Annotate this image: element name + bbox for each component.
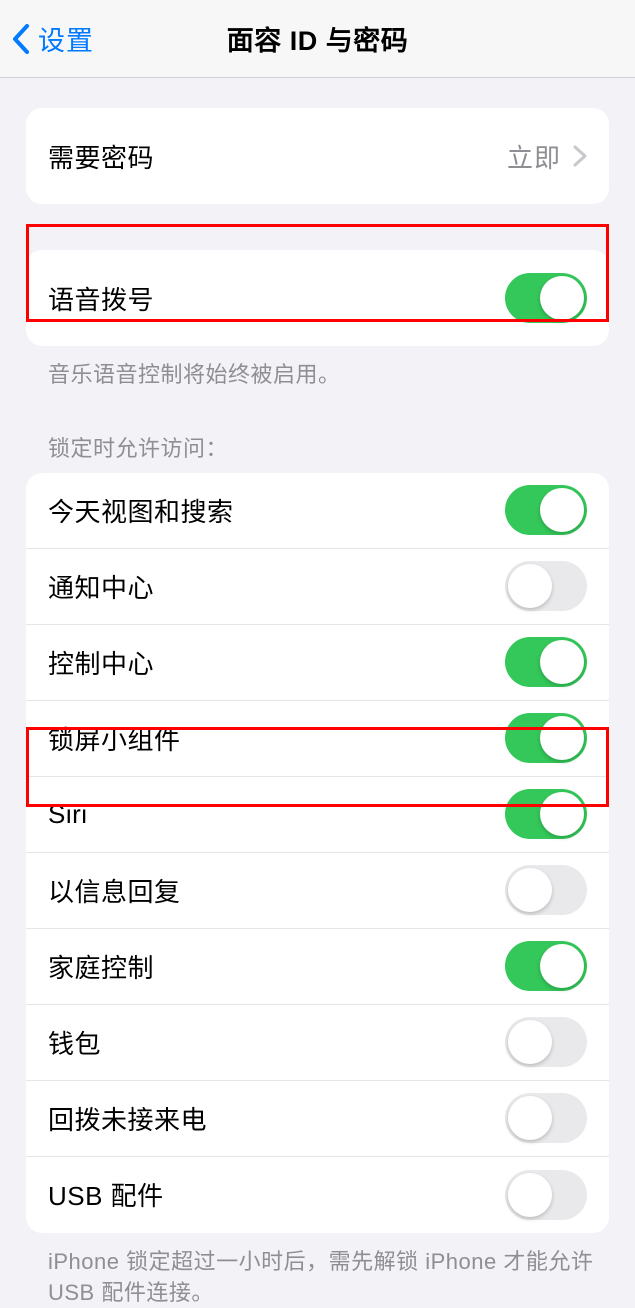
content: 需要密码 立即 语音拨号 音乐语音控制将始终被启用。 锁定时允许访问： 今天视图… bbox=[0, 108, 635, 1308]
lock-item-toggle[interactable] bbox=[505, 1170, 587, 1220]
lock-item-label: 通知中心 bbox=[48, 568, 154, 605]
lock-item-row: USB 配件 bbox=[26, 1157, 609, 1233]
lock-item-row: 回拨未接来电 bbox=[26, 1081, 609, 1157]
lock-item-toggle[interactable] bbox=[505, 865, 587, 915]
require-passcode-row[interactable]: 需要密码 立即 bbox=[26, 108, 609, 204]
lock-item-row: 控制中心 bbox=[26, 625, 609, 701]
lock-item-row: 家庭控制 bbox=[26, 929, 609, 1005]
lock-item-row: Siri bbox=[26, 777, 609, 853]
lock-section-header: 锁定时允许访问： bbox=[0, 391, 635, 473]
lock-item-label: Siri bbox=[48, 799, 88, 830]
chevron-left-icon bbox=[12, 24, 30, 54]
voice-dial-footer: 音乐语音控制将始终被启用。 bbox=[0, 346, 635, 391]
chevron-right-icon bbox=[573, 145, 587, 167]
lock-item-label: 家庭控制 bbox=[48, 948, 154, 985]
voice-dial-row: 语音拨号 bbox=[26, 250, 609, 346]
lock-item-row: 锁屏小组件 bbox=[26, 701, 609, 777]
lock-item-toggle[interactable] bbox=[505, 713, 587, 763]
require-passcode-value: 立即 bbox=[507, 138, 561, 175]
usb-footer: iPhone 锁定超过一小时后，需先解锁 iPhone 才能允许 USB 配件连… bbox=[0, 1233, 635, 1308]
lock-item-label: 锁屏小组件 bbox=[48, 720, 181, 757]
lock-item-label: 钱包 bbox=[48, 1024, 101, 1061]
voice-dial-group: 语音拨号 bbox=[26, 250, 609, 346]
lock-item-row: 今天视图和搜索 bbox=[26, 473, 609, 549]
lock-item-toggle[interactable] bbox=[505, 1017, 587, 1067]
voice-dial-label: 语音拨号 bbox=[48, 280, 154, 317]
lock-item-row: 钱包 bbox=[26, 1005, 609, 1081]
back-label: 设置 bbox=[38, 19, 94, 58]
lock-item-toggle[interactable] bbox=[505, 561, 587, 611]
lock-item-toggle[interactable] bbox=[505, 485, 587, 535]
lock-item-toggle[interactable] bbox=[505, 789, 587, 839]
lock-item-label: USB 配件 bbox=[48, 1176, 164, 1213]
lock-item-label: 今天视图和搜索 bbox=[48, 492, 234, 529]
lock-item-label: 回拨未接来电 bbox=[48, 1100, 207, 1137]
require-passcode-right: 立即 bbox=[507, 138, 587, 175]
lock-item-label: 以信息回复 bbox=[48, 872, 181, 909]
lock-item-label: 控制中心 bbox=[48, 644, 154, 681]
lock-item-toggle[interactable] bbox=[505, 1093, 587, 1143]
lock-item-row: 通知中心 bbox=[26, 549, 609, 625]
back-button[interactable]: 设置 bbox=[0, 19, 94, 58]
lock-item-toggle[interactable] bbox=[505, 941, 587, 991]
voice-dial-toggle[interactable] bbox=[505, 273, 587, 323]
require-passcode-label: 需要密码 bbox=[48, 138, 154, 175]
nav-bar: 设置 面容 ID 与密码 bbox=[0, 0, 635, 78]
lock-item-row: 以信息回复 bbox=[26, 853, 609, 929]
lock-access-group: 今天视图和搜索通知中心控制中心锁屏小组件 Siri 以信息回复家庭控制钱包回拨未接来… bbox=[26, 473, 609, 1233]
page-title: 面容 ID 与密码 bbox=[227, 19, 409, 58]
passcode-group: 需要密码 立即 bbox=[26, 108, 609, 204]
lock-item-toggle[interactable] bbox=[505, 637, 587, 687]
